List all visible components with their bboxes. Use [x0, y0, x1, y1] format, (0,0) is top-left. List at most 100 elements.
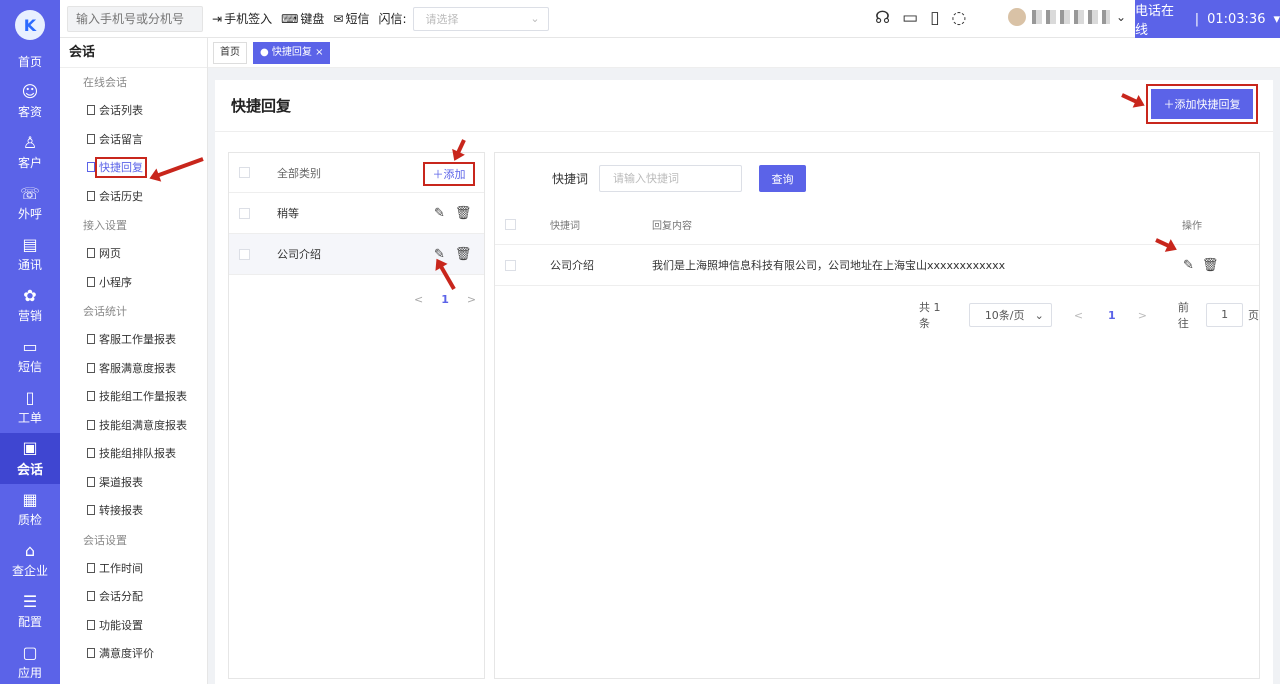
- sub-menu-item[interactable]: 会话列表: [60, 97, 207, 126]
- nav-item-directory[interactable]: ▤ 通讯: [0, 229, 60, 280]
- add-category-button[interactable]: ＋添加: [423, 162, 475, 186]
- outbound-call-icon: ☏: [19, 184, 40, 203]
- sub-menu-item-label: 技能组满意度报表: [99, 418, 187, 432]
- sub-menu-item[interactable]: 小程序: [60, 269, 207, 298]
- nav-item-contacts[interactable]: ☺ 客资: [0, 76, 60, 127]
- nav-item-label: 工单: [17, 411, 42, 425]
- category-row[interactable]: 公司介绍 ✎ 🗑: [229, 234, 484, 275]
- nav-item-outbound-call[interactable]: ☏ 外呼: [0, 178, 60, 229]
- sub-menu-item[interactable]: 客服工作量报表: [60, 326, 207, 355]
- sub-menu-item[interactable]: 渠道报表: [60, 469, 207, 498]
- sub-menu-item[interactable]: 技能组工作量报表: [60, 383, 207, 412]
- sub-menu-item[interactable]: 技能组排队报表: [60, 440, 207, 469]
- user-menu[interactable]: ⌄: [1008, 8, 1126, 26]
- ticket-icon: ▯: [25, 388, 35, 407]
- edit-icon[interactable]: ✎: [1183, 258, 1194, 273]
- chat-bubble-icon[interactable]: ◌: [952, 8, 967, 28]
- row-checkbox[interactable]: [239, 248, 250, 260]
- sub-menu-item[interactable]: 满意度评价: [60, 640, 207, 669]
- status-separator: |: [1194, 11, 1200, 27]
- page-size-value: 10条/页: [984, 309, 1025, 322]
- document-icon: [87, 133, 95, 144]
- page-number[interactable]: 1: [441, 293, 449, 306]
- sub-menu-item-label: 技能组工作量报表: [99, 390, 187, 403]
- category-row[interactable]: 稍等 ✎ 🗑: [229, 193, 484, 234]
- customer-icon: ♙: [22, 133, 38, 152]
- sub-menu-item[interactable]: 快捷回复: [60, 154, 207, 183]
- goto-page-input[interactable]: 1: [1206, 303, 1243, 327]
- pagination: 共 1 条 10条/页 ⌄ < 1 > 前往 1 页: [919, 299, 1259, 331]
- row-checkbox[interactable]: [505, 259, 516, 271]
- document-icon: [87, 362, 95, 373]
- sub-menu-item[interactable]: 会话留言: [60, 126, 207, 155]
- nav-item-label: 应用: [17, 666, 42, 680]
- nav-item-settings[interactable]: ☰ 配置: [0, 586, 60, 637]
- directory-icon: ▤: [22, 235, 38, 254]
- nav-item-company-search[interactable]: ⌂ 查企业: [0, 535, 60, 586]
- next-page-button[interactable]: >: [467, 293, 476, 306]
- category-panel: 全部类别 ＋添加 稍等 ✎ 🗑 公司介绍 ✎ 🗑 < 1 >: [228, 152, 485, 679]
- flash-select[interactable]: 请选择 ⌄: [412, 6, 549, 31]
- menu-group-label: 接入设置: [83, 219, 127, 232]
- delete-icon[interactable]: 🗑: [455, 206, 472, 221]
- sub-menu-item-label: 小程序: [99, 275, 132, 289]
- nav-item-home[interactable]: 首页: [0, 46, 60, 76]
- tabs-row: 首页 ● 快捷回复 ×: [208, 38, 1280, 68]
- checkin-icon: ⇥: [212, 11, 223, 26]
- sub-menu-item-label: 会话分配: [99, 590, 143, 603]
- search-button[interactable]: 查询: [759, 165, 807, 192]
- sub-menu-item[interactable]: 网页: [60, 240, 207, 269]
- prev-page-button[interactable]: <: [1074, 309, 1083, 322]
- phone-checkin-label: 手机签入: [224, 12, 273, 26]
- sub-menu: 会话 在线会话 会话列表 会话留言 快捷回复 会话历史 接入设置 网页 小程序 会话统计 客服工作…: [60, 38, 208, 684]
- sub-menu-item[interactable]: 工作时间: [60, 555, 207, 584]
- delete-icon[interactable]: 🗑: [1202, 258, 1219, 273]
- select-all-checkbox[interactable]: [505, 218, 516, 230]
- sub-menu-item[interactable]: 技能组满意度报表: [60, 412, 207, 441]
- app-logo: K: [15, 10, 45, 40]
- book-icon[interactable]: ▯: [930, 8, 939, 28]
- nav-item-customer[interactable]: ♙ 客户: [0, 127, 60, 178]
- main-content: 快捷回复 ＋添加快捷回复 全部类别 ＋添加 稍等 ✎ 🗑 公司介绍 ✎ 🗑 < 1 …: [215, 80, 1273, 684]
- nav-item-ticket[interactable]: ▯ 工单: [0, 382, 60, 433]
- prev-page-button[interactable]: <: [414, 293, 423, 306]
- document-icon: [87, 648, 95, 658]
- sub-menu-item[interactable]: 客服满意度报表: [60, 355, 207, 384]
- add-quick-reply-button[interactable]: ＋添加快捷回复: [1146, 84, 1258, 124]
- nav-item-chat[interactable]: ▣ 会话: [0, 433, 60, 484]
- keyboard-button[interactable]: ⌨ 键盘: [281, 10, 324, 27]
- nav-item-quality-check[interactable]: ▦ 质检: [0, 484, 60, 535]
- tab-quick-reply[interactable]: ● 快捷回复 ×: [253, 41, 331, 64]
- edit-icon[interactable]: ✎: [434, 206, 445, 221]
- sms-button[interactable]: ✉ 短信: [333, 10, 369, 27]
- headset-icon[interactable]: ☊: [875, 8, 890, 28]
- select-all-checkbox[interactable]: [239, 167, 250, 178]
- sub-menu-item[interactable]: 会话分配: [60, 583, 207, 612]
- reply-panel: 快捷词 请输入快捷词 查询 快捷词 回复内容 操作 公司介绍 我们是上海照坤信息…: [494, 152, 1260, 679]
- call-status[interactable]: 电话在线 | 01:03:36 ▾: [1135, 0, 1280, 38]
- row-checkbox[interactable]: [239, 207, 250, 219]
- nav-item-sms[interactable]: ▭ 短信: [0, 331, 60, 382]
- sub-menu-item-label: 转接报表: [99, 504, 143, 517]
- page-size-select[interactable]: 10条/页 ⌄: [968, 303, 1052, 327]
- menu-group-label: 在线会话: [83, 76, 127, 89]
- sub-menu-item[interactable]: 功能设置: [60, 612, 207, 641]
- category-header: 全部类别 ＋添加: [229, 153, 484, 193]
- keyword-search-input[interactable]: 请输入快捷词: [599, 165, 743, 192]
- nav-item-label: 质检: [17, 513, 42, 527]
- nav-item-label: 配置: [17, 615, 42, 629]
- nav-item-label: 查企业: [11, 564, 48, 578]
- document-icon: [87, 391, 95, 401]
- nav-item-apps[interactable]: ▢ 应用: [0, 637, 60, 684]
- delete-icon[interactable]: 🗑: [455, 247, 472, 262]
- phone-checkin-button[interactable]: ⇥ 手机签入: [212, 10, 272, 27]
- sub-menu-item[interactable]: 会话历史: [60, 183, 207, 212]
- sub-menu-item[interactable]: 转接报表: [60, 497, 207, 526]
- nav-item-marketing[interactable]: ✿ 营销: [0, 280, 60, 331]
- phone-number-input[interactable]: [67, 5, 203, 32]
- tab-home[interactable]: 首页: [213, 41, 247, 64]
- monitor-icon[interactable]: ▭: [902, 8, 918, 28]
- document-icon: [87, 505, 95, 515]
- page-number[interactable]: 1: [1108, 309, 1116, 322]
- next-page-button[interactable]: >: [1138, 309, 1147, 322]
